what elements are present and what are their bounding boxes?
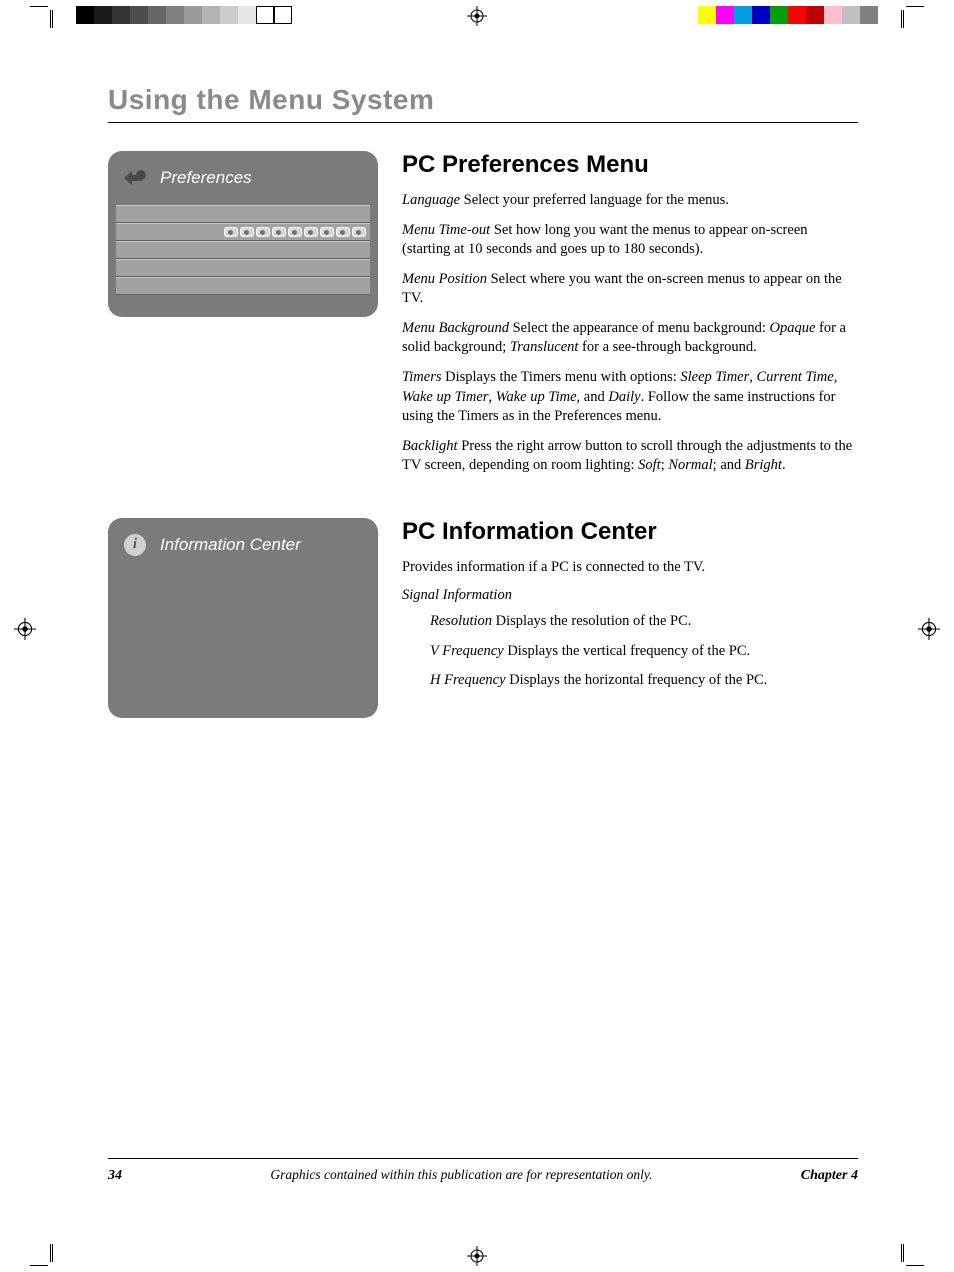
preferences-panel: Preferences	[108, 151, 378, 317]
page-title: Using the Menu System	[108, 84, 858, 123]
definition-item: V Frequency Displays the vertical freque…	[430, 642, 858, 662]
term: Timers	[402, 369, 442, 385]
definition-item: Menu Position Select where you want the …	[402, 270, 858, 309]
definition-text: Displays the Timers menu with options: S…	[402, 369, 837, 424]
info-icon: i	[120, 532, 150, 558]
swatch	[112, 6, 130, 24]
panel-title: Information Center	[160, 535, 301, 555]
panel-row	[116, 277, 370, 295]
swatch	[752, 6, 770, 24]
swatch	[166, 6, 184, 24]
sub-heading: Signal Information	[402, 587, 858, 604]
panel-header: i Information Center	[116, 528, 370, 566]
section-pc-information-center: PC Information Center Provides informati…	[402, 518, 858, 701]
term: Backlight	[402, 438, 458, 454]
grayscale-swatch-strip	[76, 6, 292, 24]
swatch	[788, 6, 806, 24]
crop-mark-icon	[896, 1238, 924, 1266]
print-bottombar	[0, 1236, 954, 1272]
registration-target-icon	[14, 618, 36, 640]
crop-mark-icon	[50, 1238, 78, 1266]
definition-item: Menu Time-out Set how long you want the …	[402, 221, 858, 260]
page-number: 34	[108, 1168, 122, 1184]
swatch	[274, 6, 292, 24]
section-pc-preferences: PC Preferences Menu Language Select your…	[402, 151, 858, 486]
definition-item: H Frequency Displays the horizontal freq…	[430, 671, 858, 691]
page-content: Using the Menu System Preferences	[108, 84, 858, 1184]
page-footer: 34 Graphics contained within this public…	[108, 1158, 858, 1184]
definition-text: Select your preferred language for the m…	[460, 192, 729, 208]
intro-text: Provides information if a PC is connecte…	[402, 558, 858, 578]
crop-mark-icon	[50, 6, 78, 34]
panel-title: Preferences	[160, 168, 252, 188]
panel-header: Preferences	[116, 161, 370, 199]
term: Menu Time-out	[402, 222, 490, 238]
definition-item: Language Select your preferred language …	[402, 191, 858, 211]
term: Menu Background	[402, 320, 509, 336]
definition-item: Menu Background Select the appearance of…	[402, 319, 858, 358]
panel-row	[116, 259, 370, 277]
term: Menu Position	[402, 271, 487, 287]
definition-text: Press the right arrow button to scroll t…	[402, 438, 852, 474]
swatch	[770, 6, 788, 24]
color-swatch-strip	[698, 6, 878, 24]
row-preferences: Preferences PC Preferences Menu Language…	[108, 151, 858, 486]
term: H Frequency	[430, 672, 506, 688]
swatch	[698, 6, 716, 24]
swatch	[148, 6, 166, 24]
segment-strip-icon	[224, 227, 366, 237]
section-heading: PC Information Center	[402, 518, 858, 546]
row-information-center: i Information Center PC Information Cent…	[108, 518, 858, 718]
definition-item: Backlight Press the right arrow button t…	[402, 437, 858, 476]
swatch	[734, 6, 752, 24]
panel-row-list	[116, 205, 370, 295]
section-heading: PC Preferences Menu	[402, 151, 858, 179]
definition-item: Resolution Displays the resolution of th…	[430, 612, 858, 632]
swatch	[256, 6, 274, 24]
registration-target-icon	[918, 618, 940, 640]
term: Language	[402, 192, 460, 208]
panel-row	[116, 205, 370, 223]
swatch	[806, 6, 824, 24]
swatch	[202, 6, 220, 24]
registration-target-icon	[467, 1246, 487, 1266]
term: V Frequency	[430, 643, 504, 659]
preferences-icon	[120, 165, 150, 191]
registration-target-icon	[467, 6, 487, 26]
swatch	[76, 6, 94, 24]
swatch	[238, 6, 256, 24]
term: Resolution	[430, 613, 492, 629]
information-center-panel: i Information Center	[108, 518, 378, 718]
crop-mark-icon	[896, 6, 924, 34]
definition-text: Displays the resolution of the PC.	[492, 613, 691, 629]
swatch	[94, 6, 112, 24]
swatch	[220, 6, 238, 24]
swatch	[842, 6, 860, 24]
swatch	[184, 6, 202, 24]
footer-caption: Graphics contained within this publicati…	[270, 1167, 652, 1183]
panel-row	[116, 241, 370, 259]
chapter-label: Chapter 4	[801, 1168, 858, 1184]
swatch	[824, 6, 842, 24]
panel-row	[116, 223, 370, 241]
definition-text: Displays the horizontal frequency of the…	[506, 672, 768, 688]
swatch	[130, 6, 148, 24]
print-topbar	[0, 0, 954, 36]
definition-text: Displays the vertical frequency of the P…	[504, 643, 750, 659]
definition-item: Timers Displays the Timers menu with opt…	[402, 368, 858, 427]
swatch	[716, 6, 734, 24]
